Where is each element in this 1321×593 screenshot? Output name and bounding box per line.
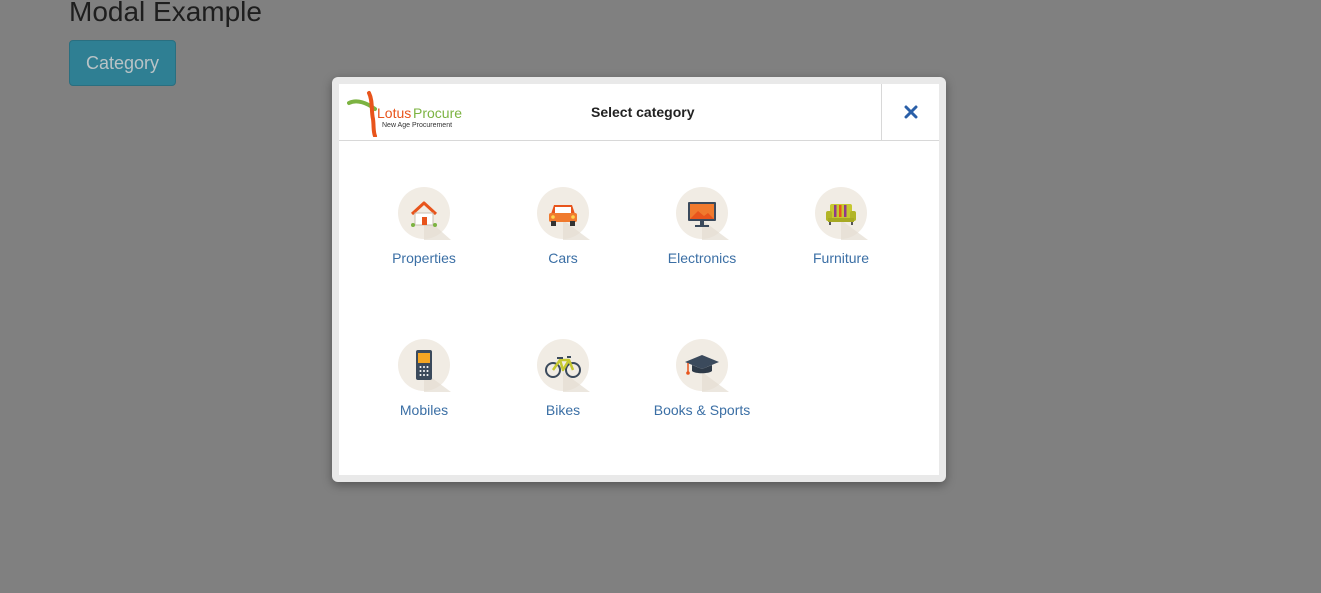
category-label: Bikes <box>545 402 581 418</box>
category-button[interactable]: Category <box>69 40 176 86</box>
sofa-icon <box>815 187 868 240</box>
category-bikes[interactable]: Bikes <box>498 338 628 418</box>
category-label: Properties <box>392 250 456 266</box>
close-icon <box>904 105 917 119</box>
category-cars[interactable]: Cars <box>498 186 628 266</box>
graduation-cap-icon <box>676 339 729 392</box>
svg-text:New Age Procurement: New Age Procurement <box>382 122 452 129</box>
category-label: Books & Sports <box>653 402 751 418</box>
category-label: Mobiles <box>399 402 449 418</box>
modal-header: Lotus Procure New Age Procurement Select… <box>339 84 939 141</box>
category-mobiles[interactable]: Mobiles <box>359 338 489 418</box>
close-button[interactable] <box>881 84 939 140</box>
bicycle-icon <box>537 339 590 392</box>
modal-title: Select category <box>591 104 695 120</box>
category-electronics[interactable]: Electronics <box>637 186 767 266</box>
car-icon <box>537 187 590 240</box>
monitor-icon <box>676 187 729 240</box>
category-furniture[interactable]: Furniture <box>776 186 906 266</box>
category-properties[interactable]: Properties <box>359 186 489 266</box>
category-modal: Lotus Procure New Age Procurement Select… <box>332 77 946 482</box>
svg-text:Lotus: Lotus <box>377 105 411 121</box>
mobile-phone-icon <box>398 339 451 392</box>
lotusprocure-logo: Lotus Procure New Age Procurement <box>347 91 462 137</box>
category-label: Cars <box>548 250 578 266</box>
house-icon <box>398 187 451 240</box>
category-label: Electronics <box>667 250 737 266</box>
svg-text:Procure: Procure <box>413 105 462 121</box>
category-books-sports[interactable]: Books & Sports <box>637 338 767 418</box>
modal-content: Lotus Procure New Age Procurement Select… <box>339 84 939 475</box>
page-title: Modal Example <box>69 0 262 27</box>
category-label: Furniture <box>812 250 870 266</box>
